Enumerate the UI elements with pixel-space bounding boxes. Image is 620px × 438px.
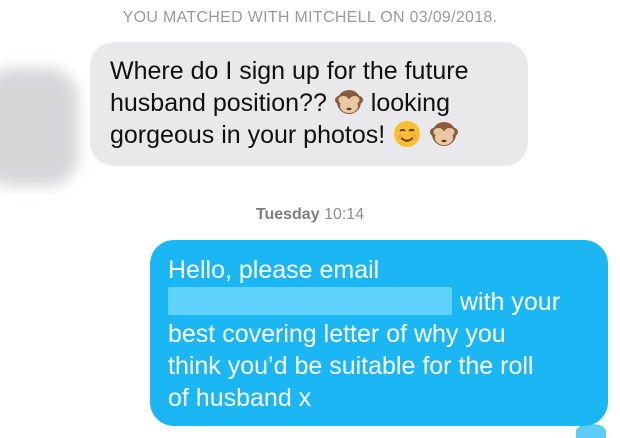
message-text: of husband x: [168, 384, 312, 412]
timestamp-day: Tuesday: [255, 206, 320, 223]
message-line: of husband x: [168, 382, 608, 414]
incoming-message-bubble[interactable]: Where do I sign up for the future husban…: [90, 42, 528, 166]
message-text: think you’d be suitable for the roll: [168, 352, 534, 380]
message-line: with your: [168, 286, 608, 318]
message-line: best covering letter of why you: [168, 318, 608, 350]
message-line: think you’d be suitable for the roll: [168, 350, 608, 382]
bubble-tail: [576, 424, 606, 438]
timestamp: Tuesday 10:14: [0, 206, 620, 224]
match-banner: YOU MATCHED WITH MITCHELL ON 03/09/2018.: [122, 9, 498, 26]
message-text: husband position??: [110, 89, 327, 117]
message-line: Hello, please email: [168, 254, 608, 286]
redacted-email: [168, 287, 452, 315]
timestamp-time: 10:14: [324, 206, 365, 223]
message-text: looking: [370, 89, 450, 117]
message-line: Where do I sign up for the future: [110, 55, 528, 87]
message-line: husband position?? looking: [110, 87, 528, 119]
message-text: Where do I sign up for the future: [110, 57, 469, 85]
message-line: gorgeous in your photos!: [110, 119, 528, 151]
message-text: best covering letter of why you: [168, 320, 506, 348]
message-text: with your: [460, 288, 561, 316]
outgoing-message-bubble[interactable]: Hello, please email with your best cover…: [150, 240, 608, 426]
message-text: Hello, please email: [168, 256, 380, 284]
smiling-face-icon: [394, 121, 421, 147]
see-no-evil-monkey-icon: [430, 122, 459, 146]
avatar[interactable]: [0, 68, 78, 186]
message-text: gorgeous in your photos!: [110, 121, 386, 149]
see-no-evil-monkey-icon: [334, 90, 363, 114]
